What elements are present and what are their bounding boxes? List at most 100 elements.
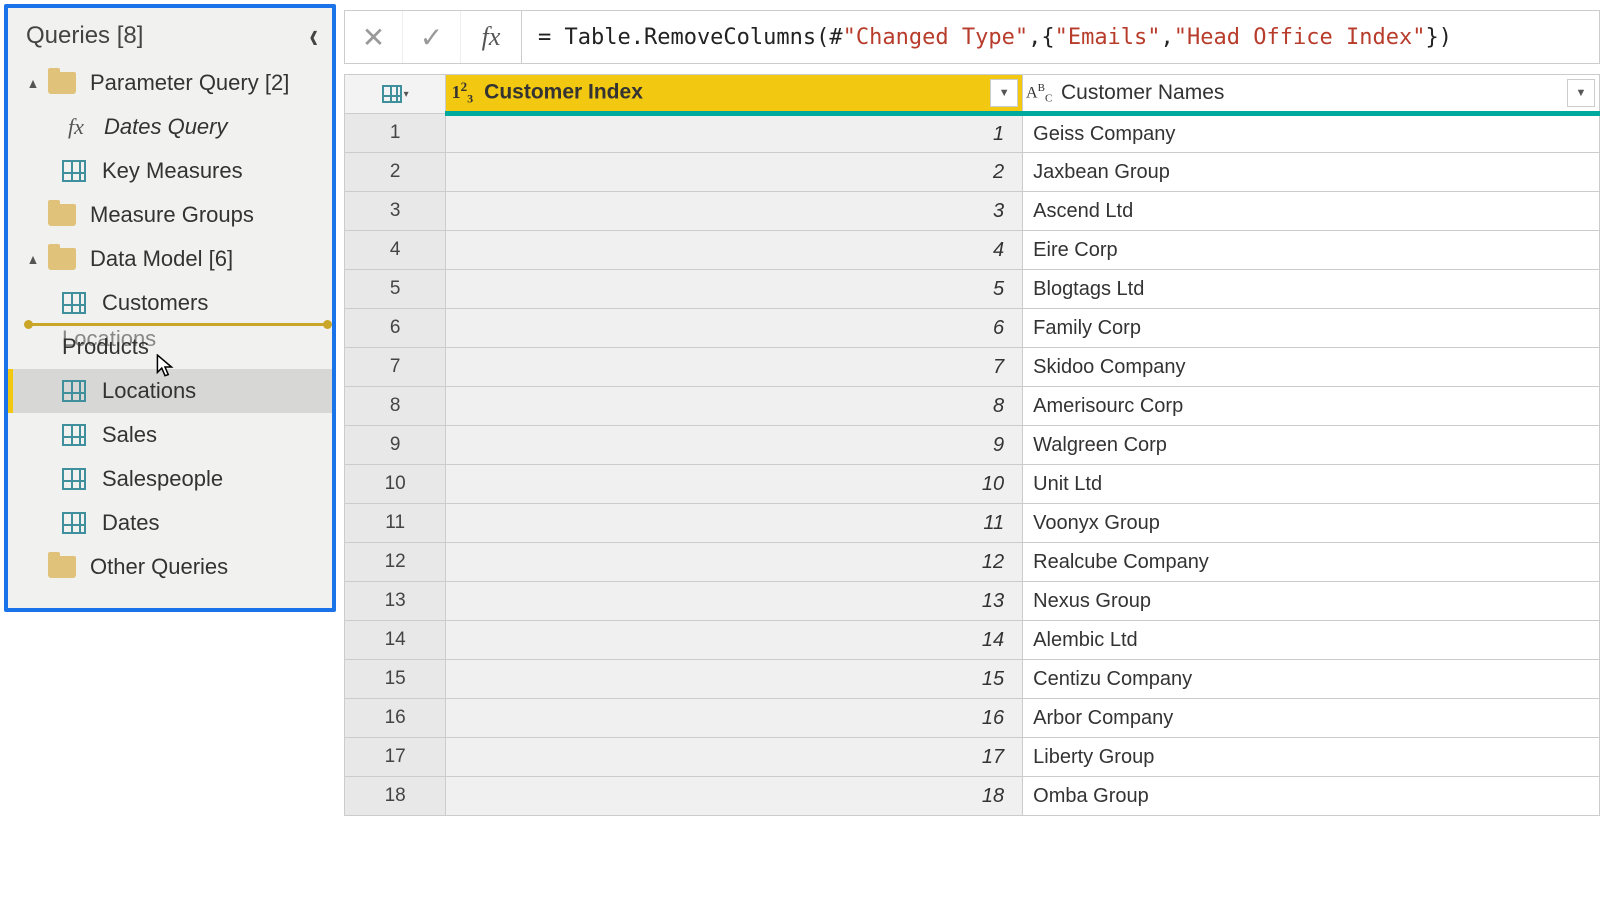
cell-customer-index[interactable]: 16 [446,699,1023,738]
cell-customer-name[interactable]: Geiss Company [1023,114,1600,153]
formula-token: ,{ [1028,25,1055,50]
folder-measure-groups[interactable]: Measure Groups [8,193,332,237]
table-row[interactable]: 1717Liberty Group [345,738,1600,777]
cell-customer-name[interactable]: Amerisourc Corp [1023,387,1600,426]
commit-formula-button[interactable]: ✓ [403,11,461,63]
table-row[interactable]: 1010Unit Ltd [345,465,1600,504]
table-row[interactable]: 33Ascend Ltd [345,192,1600,231]
table-row[interactable]: 22Jaxbean Group [345,153,1600,192]
row-number[interactable]: 12 [345,543,446,582]
folder-other-queries[interactable]: Other Queries [8,545,332,589]
table-row[interactable]: 1414Alembic Ltd [345,621,1600,660]
cell-customer-name[interactable]: Jaxbean Group [1023,153,1600,192]
cell-customer-index[interactable]: 1 [446,114,1023,153]
expand-toggle-icon[interactable]: ▲ [27,251,41,267]
cell-customer-name[interactable]: Eire Corp [1023,231,1600,270]
row-number[interactable]: 9 [345,426,446,465]
column-customer-names[interactable]: ABC Customer Names ▼ [1023,75,1600,114]
cell-customer-name[interactable]: Blogtags Ltd [1023,270,1600,309]
cell-customer-index[interactable]: 4 [446,231,1023,270]
table-row[interactable]: 1212Realcube Company [345,543,1600,582]
cell-customer-index[interactable]: 12 [446,543,1023,582]
cell-customer-index[interactable]: 2 [446,153,1023,192]
row-number[interactable]: 13 [345,582,446,621]
table-row[interactable]: 1818Omba Group [345,777,1600,816]
fx-button[interactable]: fx [461,11,521,63]
query-dates-query[interactable]: fx Dates Query [8,105,332,149]
column-filter-button[interactable]: ▼ [1567,79,1595,107]
cell-customer-name[interactable]: Liberty Group [1023,738,1600,777]
row-number[interactable]: 4 [345,231,446,270]
cell-customer-index[interactable]: 3 [446,192,1023,231]
collapse-panel-icon[interactable]: ‹ [309,14,318,57]
column-filter-button[interactable]: ▼ [990,79,1018,107]
cell-customer-index[interactable]: 13 [446,582,1023,621]
table-row[interactable]: 1515Centizu Company [345,660,1600,699]
cell-customer-index[interactable]: 7 [446,348,1023,387]
table-row[interactable]: 77Skidoo Company [345,348,1600,387]
table-row[interactable]: 1111Voonyx Group [345,504,1600,543]
cell-customer-index[interactable]: 10 [446,465,1023,504]
expand-toggle-icon[interactable]: ▲ [27,75,41,91]
row-number[interactable]: 10 [345,465,446,504]
formula-input[interactable]: = Table.RemoveColumns(#"Changed Type",{"… [522,10,1600,64]
cell-customer-name[interactable]: Voonyx Group [1023,504,1600,543]
query-key-measures[interactable]: Key Measures [8,149,332,193]
folder-data-model[interactable]: ▲ Data Model [6] [8,237,332,281]
cell-customer-name[interactable]: Walgreen Corp [1023,426,1600,465]
cell-customer-name[interactable]: Realcube Company [1023,543,1600,582]
cell-customer-name[interactable]: Skidoo Company [1023,348,1600,387]
query-customers[interactable]: Customers [8,281,332,325]
row-number[interactable]: 1 [345,114,446,153]
table-row[interactable]: 66Family Corp [345,309,1600,348]
row-number[interactable]: 8 [345,387,446,426]
cell-customer-index[interactable]: 15 [446,660,1023,699]
row-number[interactable]: 3 [345,192,446,231]
table-icon [62,512,86,534]
row-number[interactable]: 18 [345,777,446,816]
query-sales[interactable]: Sales [8,413,332,457]
table-row[interactable]: 1313Nexus Group [345,582,1600,621]
table-row[interactable]: 44Eire Corp [345,231,1600,270]
cell-customer-name[interactable]: Omba Group [1023,777,1600,816]
cell-customer-index[interactable]: 11 [446,504,1023,543]
cell-customer-index[interactable]: 18 [446,777,1023,816]
row-number[interactable]: 16 [345,699,446,738]
cell-customer-index[interactable]: 5 [446,270,1023,309]
cell-customer-index[interactable]: 6 [446,309,1023,348]
table-menu-button[interactable]: ▾ [345,75,446,114]
row-number[interactable]: 5 [345,270,446,309]
cell-customer-name[interactable]: Centizu Company [1023,660,1600,699]
cell-customer-name[interactable]: Alembic Ltd [1023,621,1600,660]
cell-customer-index[interactable]: 14 [446,621,1023,660]
row-number[interactable]: 15 [345,660,446,699]
query-dates[interactable]: Dates [8,501,332,545]
row-number[interactable]: 2 [345,153,446,192]
cell-customer-index[interactable]: 17 [446,738,1023,777]
cell-customer-name[interactable]: Arbor Company [1023,699,1600,738]
cell-customer-index[interactable]: 9 [446,426,1023,465]
table-icon [62,380,86,402]
row-number[interactable]: 17 [345,738,446,777]
query-products-dragging[interactable]: Locations Products [8,325,332,369]
query-locations[interactable]: Locations [8,369,332,413]
table-row[interactable]: 11Geiss Company [345,114,1600,153]
query-salespeople[interactable]: Salespeople [8,457,332,501]
folder-label: Data Model [6] [90,246,233,272]
cell-customer-name[interactable]: Ascend Ltd [1023,192,1600,231]
cell-customer-index[interactable]: 8 [446,387,1023,426]
folder-parameter-query[interactable]: ▲ Parameter Query [2] [8,61,332,105]
row-number[interactable]: 7 [345,348,446,387]
cell-customer-name[interactable]: Nexus Group [1023,582,1600,621]
table-row[interactable]: 88Amerisourc Corp [345,387,1600,426]
row-number[interactable]: 14 [345,621,446,660]
cell-customer-name[interactable]: Unit Ltd [1023,465,1600,504]
cell-customer-name[interactable]: Family Corp [1023,309,1600,348]
cancel-formula-button[interactable]: ✕ [345,11,403,63]
table-row[interactable]: 1616Arbor Company [345,699,1600,738]
row-number[interactable]: 11 [345,504,446,543]
table-row[interactable]: 99Walgreen Corp [345,426,1600,465]
table-row[interactable]: 55Blogtags Ltd [345,270,1600,309]
row-number[interactable]: 6 [345,309,446,348]
column-customer-index[interactable]: 123 Customer Index ▼ [446,75,1023,114]
